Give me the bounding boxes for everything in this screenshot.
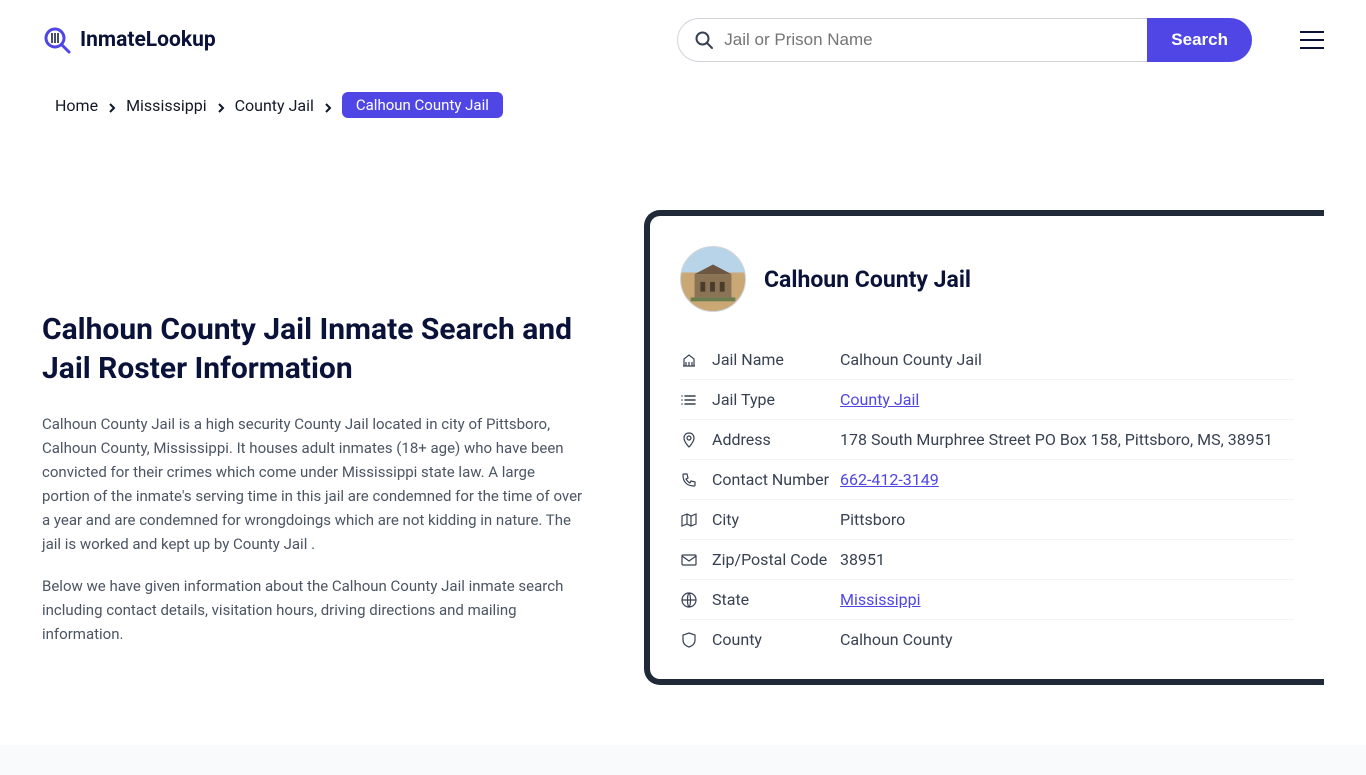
- search-icon: [694, 30, 714, 50]
- header: InmateLookup Search: [0, 0, 1366, 80]
- page-title: Calhoun County Jail Inmate Search and Ja…: [42, 310, 584, 388]
- search-box: [677, 18, 1147, 62]
- state-link[interactable]: Mississippi: [840, 590, 921, 609]
- logo[interactable]: InmateLookup: [42, 25, 216, 55]
- phone-icon: [680, 471, 698, 489]
- card-title: Calhoun County Jail: [764, 266, 971, 293]
- header-right: Search: [677, 18, 1324, 62]
- info-row-county: County Calhoun County: [680, 620, 1294, 659]
- info-value: Calhoun County: [840, 630, 953, 649]
- jail-type-link[interactable]: County Jail: [840, 390, 919, 409]
- info-label: City: [712, 510, 840, 529]
- left-content: Calhoun County Jail Inmate Search and Ja…: [42, 170, 584, 664]
- mail-icon: [680, 551, 698, 569]
- info-row-jail-name: Jail Name Calhoun County Jail: [680, 340, 1294, 380]
- chevron-right-icon: [322, 99, 334, 111]
- info-label: State: [712, 590, 840, 609]
- paragraph-2: Below we have given information about th…: [42, 574, 584, 646]
- info-row-state: State Mississippi: [680, 580, 1294, 620]
- contact-link[interactable]: 662-412-3149: [840, 470, 939, 489]
- search-people-icon: [42, 25, 72, 55]
- card-header: Calhoun County Jail: [680, 246, 1294, 312]
- info-value: Pittsboro: [840, 510, 905, 529]
- building-icon: [680, 351, 698, 369]
- info-label: County: [712, 630, 840, 649]
- jail-avatar: [680, 246, 746, 312]
- info-table: Jail Name Calhoun County Jail Jail Type …: [680, 340, 1294, 659]
- breadcrumb: Home Mississippi County Jail Calhoun Cou…: [0, 80, 1366, 130]
- logo-text: InmateLookup: [80, 28, 216, 52]
- info-row-contact: Contact Number 662-412-3149: [680, 460, 1294, 500]
- breadcrumb-home[interactable]: Home: [55, 96, 98, 115]
- info-label: Contact Number: [712, 470, 840, 489]
- info-row-jail-type: Jail Type County Jail: [680, 380, 1294, 420]
- info-label: Address: [712, 430, 840, 449]
- info-value: 178 South Murphree Street PO Box 158, Pi…: [840, 430, 1273, 449]
- hamburger-line: [1300, 39, 1324, 41]
- info-value: Calhoun County Jail: [840, 350, 982, 369]
- chevron-right-icon: [215, 99, 227, 111]
- map-icon: [680, 511, 698, 529]
- info-row-address: Address 178 South Murphree Street PO Box…: [680, 420, 1294, 460]
- location-icon: [680, 431, 698, 449]
- main-content: Calhoun County Jail Inmate Search and Ja…: [0, 130, 1366, 745]
- footer-space: [0, 745, 1366, 775]
- search-input[interactable]: [724, 30, 1131, 50]
- hamburger-line: [1300, 47, 1324, 49]
- search-button[interactable]: Search: [1147, 18, 1252, 62]
- chevron-right-icon: [106, 99, 118, 111]
- info-row-city: City Pittsboro: [680, 500, 1294, 540]
- globe-icon: [680, 591, 698, 609]
- info-row-zip: Zip/Postal Code 38951: [680, 540, 1294, 580]
- list-icon: [680, 391, 698, 409]
- shield-icon: [680, 631, 698, 649]
- hamburger-line: [1300, 31, 1324, 33]
- paragraph-1: Calhoun County Jail is a high security C…: [42, 412, 584, 556]
- hamburger-menu[interactable]: [1300, 31, 1324, 49]
- info-label: Jail Type: [712, 390, 840, 409]
- info-value: 38951: [840, 550, 885, 569]
- search-wrapper: Search: [677, 18, 1252, 62]
- info-label: Zip/Postal Code: [712, 550, 840, 569]
- info-card: Calhoun County Jail Jail Name Calhoun Co…: [644, 210, 1324, 685]
- breadcrumb-state[interactable]: Mississippi: [126, 96, 207, 115]
- breadcrumb-type[interactable]: County Jail: [235, 96, 314, 115]
- breadcrumb-current: Calhoun County Jail: [342, 92, 503, 118]
- info-label: Jail Name: [712, 350, 840, 369]
